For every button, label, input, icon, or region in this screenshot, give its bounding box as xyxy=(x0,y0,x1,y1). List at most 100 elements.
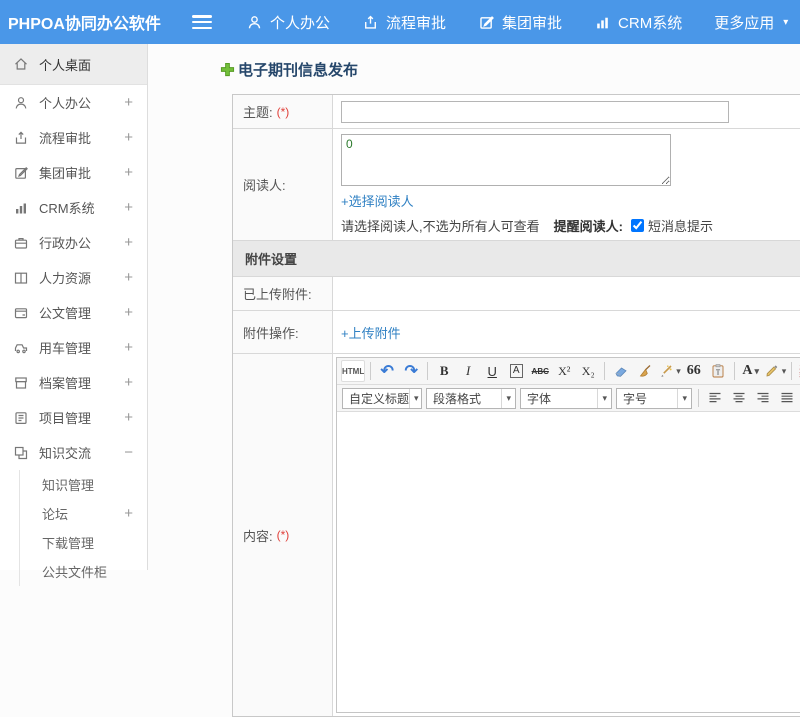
remind-readers-label: 提醒阅读人: xyxy=(553,219,623,234)
paste-text-button[interactable]: T xyxy=(707,360,729,382)
expand-indicator: + xyxy=(124,409,133,426)
sidebar-item-hr[interactable]: 人力资源 + xyxy=(0,260,147,295)
expand-indicator: + xyxy=(124,339,133,356)
align-left-button[interactable] xyxy=(704,387,726,409)
uploaded-label: 已上传附件: xyxy=(243,287,312,302)
sidebar: 个人桌面 个人办公 + 流程审批 + 集团审批 + CRM系统 + 行政办公 +… xyxy=(0,44,148,586)
sidebar-item-desktop[interactable]: 个人桌面 xyxy=(0,44,147,85)
remove-format-button[interactable] xyxy=(610,360,632,382)
readers-label-cell: 阅读人: xyxy=(233,129,333,240)
chevron-down-icon: ▾ xyxy=(783,16,789,28)
expand-indicator: + xyxy=(124,234,133,251)
expand-indicator: + xyxy=(124,304,133,321)
bold-button[interactable]: B xyxy=(433,360,455,382)
readers-hint: 请选择阅读人,不选为所有人可查看 xyxy=(341,219,540,234)
sidebar-subitem-forum[interactable]: 论坛 + xyxy=(20,499,147,528)
page-title-row: 电子期刊信息发布 xyxy=(220,59,800,80)
sidebar-submenu: 知识管理 论坛 + 下载管理 公共文件柜 xyxy=(19,470,147,586)
process-icon xyxy=(365,15,376,29)
sidebar-item-process-approval[interactable]: 流程审批 + xyxy=(0,120,147,155)
readers-textarea[interactable]: 0 xyxy=(341,134,671,186)
app-title: PHPOA协同办公软件 xyxy=(8,16,161,33)
sidebar-item-archive-mgmt[interactable]: 档案管理 + xyxy=(0,365,147,400)
attachment-section-header: 附件设置 xyxy=(233,241,800,277)
align-right-icon xyxy=(757,392,769,403)
sidebar-item-label: 论坛 xyxy=(42,507,69,522)
nav-more-apps[interactable]: 更多应用 ▾ xyxy=(714,12,788,33)
sidebar-item-vehicle-mgmt[interactable]: 用车管理 + xyxy=(0,330,147,365)
document-icon xyxy=(14,307,28,318)
font-color-button[interactable]: A ▾ xyxy=(740,360,762,382)
sidebar-item-label: 集团审批 xyxy=(39,166,92,181)
undo-button[interactable]: ↶ xyxy=(376,360,398,382)
align-center-button[interactable] xyxy=(728,387,750,409)
editor-content-area[interactable] xyxy=(337,412,800,712)
choose-readers-link[interactable]: +选择阅读人 xyxy=(341,191,414,210)
subject-row: 主题: (*) xyxy=(233,95,800,129)
italic-button[interactable]: I xyxy=(457,360,479,382)
readers-label: 阅读人: xyxy=(243,178,286,193)
align-justify-button[interactable] xyxy=(776,387,798,409)
sms-label: 短消息提示 xyxy=(647,219,713,234)
nav-crm-system[interactable]: CRM系统 xyxy=(594,12,682,33)
subject-input[interactable] xyxy=(341,100,729,123)
superscript-button[interactable]: X² xyxy=(553,360,575,382)
nav-personal-office[interactable]: 个人办公 xyxy=(246,12,330,33)
heading-select[interactable]: 自定义标题 ▾ xyxy=(342,387,422,409)
top-navigation: 个人办公 流程审批 集团审批 CRM系统 更多应用 ▾ xyxy=(246,12,788,33)
auto-typeset-button[interactable]: ▾ xyxy=(658,360,681,382)
sidebar-subitem-knowledge-mgmt[interactable]: 知识管理 xyxy=(20,470,147,499)
paragraph-format-select[interactable]: 段落格式 ▾ xyxy=(426,387,516,409)
notebook-icon xyxy=(15,411,27,424)
nav-process-approval[interactable]: 流程审批 xyxy=(362,12,446,33)
highlighter-icon xyxy=(766,365,778,377)
chevron-down-icon: ▾ xyxy=(781,365,787,376)
page-title: 电子期刊信息发布 xyxy=(238,62,359,79)
publish-form: 主题: (*) 阅读人: 0 +选择阅读人 请选择阅读人,不选为所有人可查看 提… xyxy=(232,94,800,717)
char-border-button[interactable]: A xyxy=(505,360,527,382)
font-family-select[interactable]: 字体 ▾ xyxy=(520,387,612,409)
sidebar-subitem-download-mgmt[interactable]: 下载管理 xyxy=(20,528,147,557)
sidebar-item-project-mgmt[interactable]: 项目管理 + xyxy=(0,400,147,435)
blockquote-button[interactable]: 66 xyxy=(683,360,705,382)
chevron-down-icon: ▾ xyxy=(754,365,760,376)
highlight-color-button[interactable]: ▾ xyxy=(764,360,787,382)
clipboard-icon: T xyxy=(712,364,724,378)
sidebar-item-admin-office[interactable]: 行政办公 + xyxy=(0,225,147,260)
nav-group-approval[interactable]: 集团审批 xyxy=(478,12,562,33)
expand-indicator: − xyxy=(124,444,133,461)
menu-toggle-button[interactable] xyxy=(192,15,212,29)
sidebar-item-document-mgmt[interactable]: 公文管理 + xyxy=(0,295,147,330)
sidebar-item-crm[interactable]: CRM系统 + xyxy=(0,190,147,225)
sidebar-item-knowledge[interactable]: 知识交流 − xyxy=(0,435,147,470)
readers-hint-line: 请选择阅读人,不选为所有人可查看 提醒阅读人: 短消息提示 xyxy=(341,216,800,235)
archive-icon xyxy=(15,376,27,389)
upload-attachment-link[interactable]: +上传附件 xyxy=(341,323,401,342)
font-color-glyph: A xyxy=(742,363,753,378)
sidebar-item-label: 公共文件柜 xyxy=(42,565,108,580)
sidebar-item-personal-office[interactable]: 个人办公 + xyxy=(0,85,147,120)
align-right-button[interactable] xyxy=(752,387,774,409)
main-content: 电子期刊信息发布 主题: (*) 阅读人: 0 +选择阅读人 请选择阅读人,不选… xyxy=(149,44,800,717)
car-icon xyxy=(14,343,28,353)
expand-indicator: + xyxy=(124,129,133,146)
nav-label: 流程审批 xyxy=(386,14,447,32)
sidebar-item-group-approval[interactable]: 集团审批 + xyxy=(0,155,147,190)
sidebar-item-label: 项目管理 xyxy=(39,411,92,426)
uploaded-attachments-value xyxy=(333,277,800,310)
expand-indicator: + xyxy=(124,269,133,286)
content-label-cell: 内容: (*) xyxy=(233,354,333,716)
expand-indicator: + xyxy=(124,94,133,111)
sidebar-subitem-public-cabinet[interactable]: 公共文件柜 xyxy=(20,557,147,586)
font-size-select[interactable]: 字号 ▾ xyxy=(616,387,692,409)
sms-checkbox[interactable] xyxy=(630,219,644,232)
html-source-button[interactable]: HTML xyxy=(341,360,366,382)
underline-button[interactable]: U xyxy=(481,360,503,382)
subscript-button[interactable]: X₂ xyxy=(577,360,599,382)
format-brush-button[interactable] xyxy=(634,360,656,382)
strikethrough-button[interactable]: ABC xyxy=(529,360,551,382)
chat-icon xyxy=(14,446,28,459)
sidebar-item-label: 行政办公 xyxy=(39,236,92,251)
redo-button[interactable]: ↷ xyxy=(400,360,422,382)
home-icon xyxy=(15,58,27,70)
